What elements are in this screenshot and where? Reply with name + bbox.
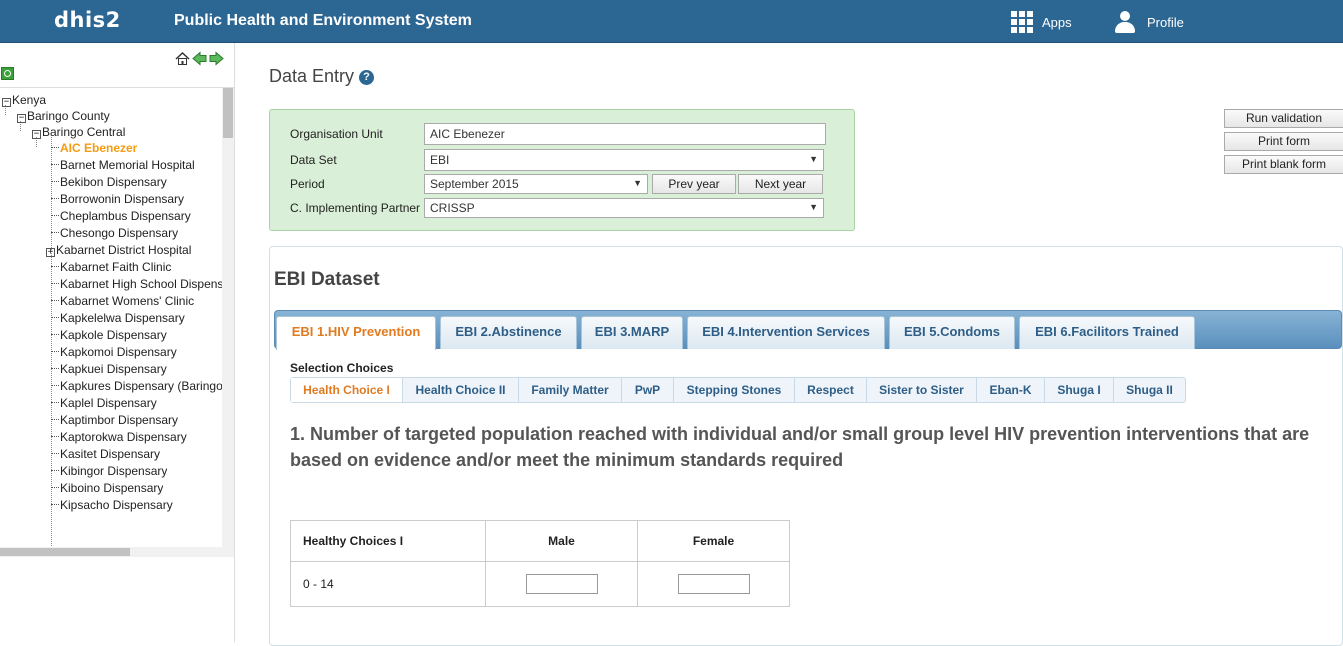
row-label: 0 - 14 — [290, 561, 486, 607]
dataset-form: EBI Dataset EBI 1.HIV Prevention EBI 2.A… — [269, 246, 1343, 646]
tree-node[interactable]: Bekibon Dispensary — [51, 174, 167, 191]
expand-arrow-icon[interactable] — [209, 51, 224, 66]
table-header: Female — [637, 520, 790, 562]
tree-node[interactable]: Kaptorokwa Dispensary — [51, 429, 187, 446]
subtab-health-choice-1[interactable]: Health Choice I — [291, 378, 403, 402]
tree-node[interactable]: Kapkomoi Dispensary — [51, 344, 177, 361]
org-unit-tree: − Kenya − Baringo County − Baringo Central … — [0, 87, 234, 557]
subtab-shuga-2[interactable]: Shuga II — [1114, 378, 1185, 402]
tab-abstinence[interactable]: EBI 2.Abstinence — [440, 316, 577, 349]
tab-condoms[interactable]: EBI 5.Condoms — [889, 316, 1015, 349]
tree-node[interactable]: Kabarnet Womens' Clinic — [51, 293, 194, 310]
tree-node[interactable]: Kapkuei Dispensary — [51, 361, 167, 378]
collapse-toggle-icon[interactable]: − — [2, 98, 11, 107]
org-unit-field[interactable]: AIC Ebenezer — [424, 123, 826, 145]
org-unit-label: Organisation Unit — [290, 127, 383, 141]
tree-node[interactable]: Cheplambus Dispensary — [51, 208, 191, 225]
selection-panel: Organisation Unit AIC Ebenezer Data Set … — [269, 109, 855, 231]
collapse-arrow-icon[interactable] — [192, 51, 207, 66]
profile-button[interactable]: Profile — [1115, 10, 1184, 34]
tree-node[interactable]: Kiboino Dispensary — [51, 480, 163, 497]
tree-node[interactable]: Chesongo Dispensary — [51, 225, 178, 242]
tab-facilitors-trained[interactable]: EBI 6.Facilitors Trained — [1019, 316, 1195, 349]
tab-hiv-prevention[interactable]: EBI 1.HIV Prevention — [276, 316, 436, 350]
question-heading: 1. Number of targeted population reached… — [290, 424, 1310, 470]
subtab-sister-to-sister[interactable]: Sister to Sister — [867, 378, 977, 402]
next-year-button[interactable]: Next year — [738, 174, 823, 194]
subtab-respect[interactable]: Respect — [795, 378, 867, 402]
table-row: 0 - 14 — [290, 561, 790, 607]
period-label: Period — [290, 177, 325, 191]
tree-node[interactable]: Kaplel Dispensary — [51, 395, 157, 412]
top-header: dhis2 Public Health and Environment Syst… — [0, 0, 1343, 43]
dropdown-arrow-icon: ▼ — [633, 178, 642, 188]
apps-label: Apps — [1042, 14, 1072, 30]
table-header-row: Healthy Choices I Male Female — [290, 520, 790, 562]
tree-node[interactable]: Kapkole Dispensary — [51, 327, 167, 344]
tab-marp[interactable]: EBI 3.MARP — [581, 316, 683, 349]
tree-node-kenya[interactable]: − Kenya — [2, 92, 46, 109]
partner-label: C. Implementing Partner — [290, 201, 421, 215]
tree-vertical-scrollbar[interactable] — [222, 88, 234, 557]
dhis2-logo[interactable]: dhis2 — [54, 8, 121, 32]
tree-node[interactable]: Kasitet Dispensary — [51, 446, 160, 463]
subtab-shuga-1[interactable]: Shuga I — [1045, 378, 1114, 402]
collapse-toggle-icon[interactable]: − — [17, 114, 26, 123]
tree-node[interactable]: Kipsacho Dispensary — [51, 497, 173, 514]
tree-node[interactable]: Barnet Memorial Hospital — [51, 157, 195, 174]
tree-node[interactable]: + Kabarnet District Hospital — [46, 242, 191, 259]
profile-label: Profile — [1147, 14, 1184, 30]
female-cell — [637, 561, 790, 607]
subtab-family-matter[interactable]: Family Matter — [519, 378, 622, 402]
print-form-button[interactable]: Print form — [1224, 132, 1343, 151]
tree-node-selected[interactable]: AIC Ebenezer — [51, 140, 137, 157]
app-title: Public Health and Environment System — [174, 12, 472, 29]
selection-choices-label: Selection Choices — [290, 361, 394, 375]
prev-year-button[interactable]: Prev year — [652, 174, 736, 194]
period-select[interactable]: September 2015 ▼ — [424, 174, 648, 194]
home-icon[interactable] — [175, 51, 190, 66]
tree-node[interactable]: Kibingor Dispensary — [51, 463, 167, 480]
print-blank-form-button[interactable]: Print blank form — [1224, 155, 1343, 174]
tree-node[interactable]: Kabarnet High School Dispens — [51, 276, 223, 293]
subtab-stepping-stones[interactable]: Stepping Stones — [674, 378, 795, 402]
tree-node[interactable]: Kaptimbor Dispensary — [51, 412, 178, 429]
tree-node[interactable]: Borrowonin Dispensary — [51, 191, 184, 208]
page-title: Data Entry? — [269, 66, 375, 87]
subtab-pwp[interactable]: PwP — [622, 378, 674, 402]
tree-node-county[interactable]: − Baringo County — [17, 108, 110, 125]
dataset-title: EBI Dataset — [274, 269, 380, 290]
female-value-input[interactable] — [677, 574, 750, 594]
tree-toolbar — [175, 51, 224, 66]
tree-node[interactable]: Kapkures Dispensary (Baringo — [51, 378, 223, 395]
dropdown-arrow-icon: ▼ — [809, 154, 818, 164]
tree-node-subcounty[interactable]: − Baringo Central — [32, 124, 125, 141]
subtab-eban-k[interactable]: Eban-K — [977, 378, 1045, 402]
apps-button[interactable]: Apps — [1011, 10, 1072, 34]
choice-subtabs: Health Choice I Health Choice II Family … — [290, 377, 1186, 403]
org-unit-tree-panel: − Kenya − Baringo County − Baringo Central … — [0, 43, 235, 642]
male-value-input[interactable] — [525, 574, 598, 594]
subtab-health-choice-2[interactable]: Health Choice II — [403, 378, 519, 402]
expand-toggle-icon[interactable]: + — [46, 248, 55, 257]
table-header: Male — [485, 520, 638, 562]
tab-intervention-services[interactable]: EBI 4.Intervention Services — [687, 316, 885, 349]
dropdown-arrow-icon: ▼ — [809, 202, 818, 212]
tree-node[interactable]: Kabarnet Faith Clinic — [51, 259, 171, 276]
tree-search-icon[interactable] — [1, 67, 14, 80]
data-entry-table: Healthy Choices I Male Female 0 - 14 — [290, 520, 790, 607]
dataset-label: Data Set — [290, 153, 337, 167]
tree-node[interactable]: Kapkelelwa Dispensary — [51, 310, 185, 327]
dataset-select[interactable]: EBI ▼ — [424, 149, 824, 171]
partner-select[interactable]: CRISSP ▼ — [424, 198, 824, 218]
tree-horizontal-scrollbar[interactable] — [0, 547, 222, 557]
run-validation-button[interactable]: Run validation — [1224, 109, 1343, 128]
profile-user-icon — [1115, 11, 1135, 33]
collapse-toggle-icon[interactable]: − — [32, 130, 41, 139]
apps-grid-icon — [1011, 11, 1033, 33]
male-cell — [485, 561, 638, 607]
help-icon[interactable]: ? — [359, 70, 375, 85]
table-header: Healthy Choices I — [290, 520, 486, 562]
section-tabbar: EBI 1.HIV Prevention EBI 2.Abstinence EB… — [274, 310, 1342, 350]
